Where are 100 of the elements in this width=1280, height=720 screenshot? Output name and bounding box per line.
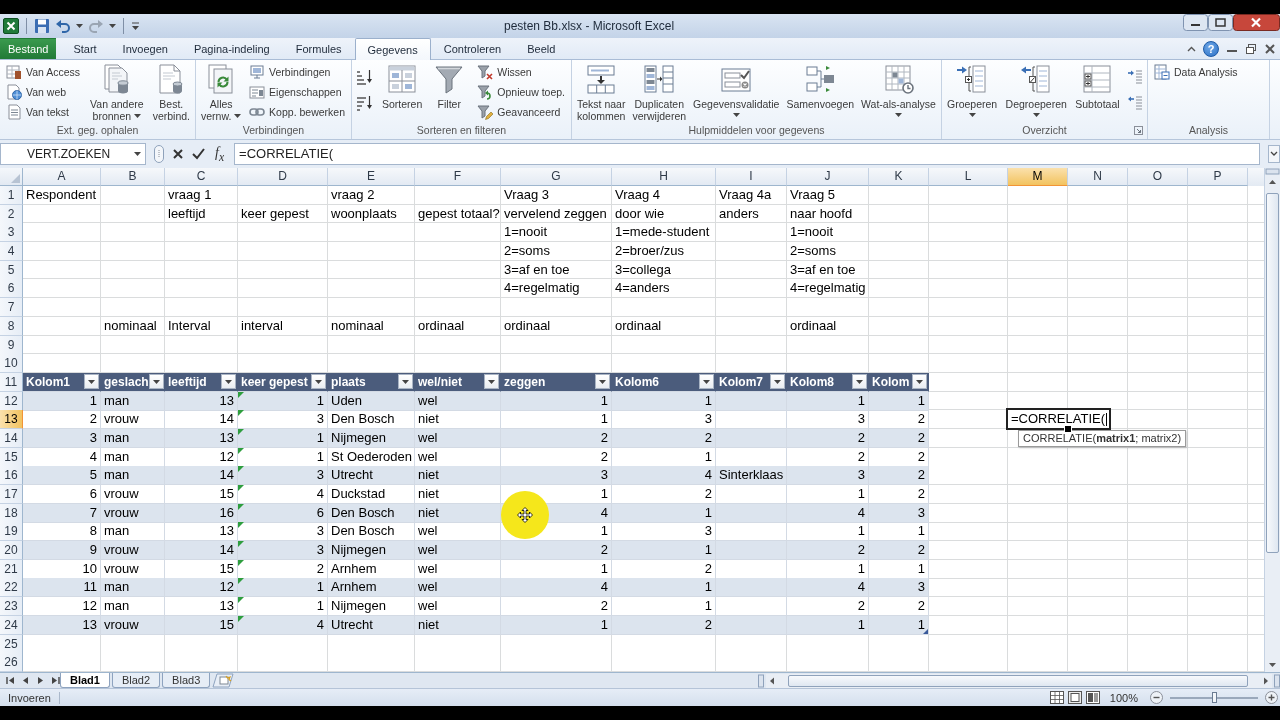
row-header[interactable]: 1 (0, 186, 23, 205)
column-header[interactable]: C (165, 168, 238, 186)
column-header[interactable]: E (328, 168, 415, 186)
scrollbar-thumb[interactable] (788, 674, 1248, 687)
column-header[interactable]: G (501, 168, 612, 186)
filter-dropdown-button[interactable] (699, 374, 714, 390)
collapse-ribbon-icon[interactable] (1187, 45, 1196, 52)
scrollbar-thumb[interactable] (1266, 193, 1279, 553)
page-layout-view-icon[interactable] (1067, 691, 1082, 704)
row-header[interactable]: 13 (0, 410, 23, 430)
column-header[interactable]: D (238, 168, 328, 186)
column-header[interactable]: N (1068, 168, 1128, 186)
row-header[interactable]: 26 (0, 653, 23, 672)
ribbon-button[interactable]: Opnieuw toep. (475, 82, 567, 102)
row-header[interactable]: 6 (0, 279, 23, 299)
last-sheet-icon[interactable] (51, 676, 60, 685)
splitter-handle-icon[interactable] (154, 145, 164, 163)
filter-dropdown-button[interactable] (311, 374, 326, 390)
hide-detail-icon[interactable] (1127, 95, 1143, 111)
resize-handle-icon[interactable] (923, 628, 928, 634)
column-header[interactable]: J (787, 168, 869, 186)
ribbon-button[interactable]: Subtotaal (1074, 60, 1121, 110)
filter-dropdown-button[interactable] (852, 374, 867, 390)
dialog-launcher-icon[interactable] (1134, 126, 1143, 135)
ribbon-button[interactable]: Wat-als-analyse (860, 60, 937, 120)
ribbon-button[interactable]: Degroeperen (1004, 60, 1068, 120)
ribbon-button[interactable]: Data Analysis (1152, 62, 1240, 82)
ribbon-button[interactable]: Verbindingen (247, 62, 347, 82)
next-sheet-icon[interactable] (36, 676, 45, 685)
column-header[interactable]: K (869, 168, 929, 186)
ribbon-button[interactable]: Van andere bronnen (89, 60, 145, 122)
row-header[interactable]: 7 (0, 298, 23, 318)
close-icon[interactable] (1233, 14, 1280, 31)
sort-descending-icon[interactable] (356, 95, 372, 111)
cancel-icon[interactable] (172, 148, 184, 160)
close-icon[interactable] (1264, 42, 1276, 55)
row-header[interactable]: 22 (0, 578, 23, 598)
column-header[interactable]: L (929, 168, 1008, 186)
ribbon-button[interactable]: Kopp. bewerken (247, 102, 347, 122)
column-header[interactable]: O (1128, 168, 1188, 186)
zoom-out-icon[interactable] (1150, 691, 1163, 704)
first-sheet-icon[interactable] (6, 676, 15, 685)
sheet-tab[interactable]: Blad3 (162, 673, 211, 688)
normal-view-icon[interactable] (1049, 691, 1064, 704)
ribbon-tab[interactable]: Bestand (0, 38, 57, 59)
filter-dropdown-button[interactable] (595, 374, 610, 390)
fill-handle[interactable] (1064, 425, 1072, 434)
previous-sheet-icon[interactable] (21, 676, 30, 685)
slider-thumb[interactable] (1212, 691, 1217, 703)
ribbon-button[interactable]: Geavanceerd (475, 102, 567, 122)
row-header[interactable]: 4 (0, 242, 23, 262)
sheet-tab[interactable]: Blad2 (111, 673, 161, 688)
row-header[interactable]: 16 (0, 466, 23, 486)
ribbon-tab[interactable]: Beeld (514, 38, 569, 59)
ribbon-button[interactable]: Samenvoegen (785, 60, 856, 110)
ribbon-button[interactable]: Van web (4, 82, 83, 102)
ribbon-button[interactable]: Tekst naar kolommen (576, 60, 627, 122)
ribbon-tab[interactable]: Controleren (430, 38, 515, 59)
row-header[interactable]: 20 (0, 541, 23, 561)
maximize-icon[interactable] (1208, 14, 1233, 31)
minimize-icon[interactable] (1183, 14, 1208, 31)
split-handle-icon[interactable] (1274, 673, 1280, 688)
ribbon-tab[interactable]: Start (60, 38, 110, 59)
column-header[interactable]: M (1008, 168, 1068, 186)
ribbon-button[interactable]: Groeperen (946, 60, 999, 120)
restore-icon[interactable] (1245, 42, 1257, 55)
show-detail-icon[interactable] (1127, 69, 1143, 85)
filter-dropdown-button[interactable] (484, 374, 499, 390)
save-icon[interactable] (34, 18, 50, 34)
app-logo-icon[interactable] (3, 18, 19, 34)
ribbon-button[interactable]: Eigenschappen (247, 82, 347, 102)
column-header[interactable]: P (1188, 168, 1248, 186)
row-header[interactable]: 10 (0, 354, 23, 374)
undo-icon[interactable] (55, 18, 71, 34)
ribbon-button[interactable]: Van tekst (4, 102, 83, 122)
filter-dropdown-button[interactable] (148, 374, 164, 390)
zoom-percentage[interactable]: 100% (1103, 691, 1146, 704)
filter-dropdown-button[interactable] (912, 374, 927, 390)
split-handle-icon[interactable] (1265, 168, 1280, 175)
ribbon-button[interactable]: Filter (432, 60, 467, 110)
name-box[interactable]: VERT.ZOEKEN (0, 143, 146, 165)
dropdown-icon[interactable] (131, 21, 140, 31)
row-header[interactable]: 23 (0, 597, 23, 617)
zoom-in-icon[interactable] (1265, 691, 1278, 704)
split-handle-icon[interactable] (758, 673, 764, 688)
formula-field[interactable]: =CORRELATIE( (234, 143, 1260, 165)
ribbon-button[interactable]: Gegevensvalidatie (692, 60, 781, 120)
insert-function-button[interactable]: f$_{x}$ (213, 144, 227, 164)
row-header[interactable]: 19 (0, 522, 23, 542)
filter-dropdown-button[interactable] (221, 374, 236, 390)
column-header[interactable]: A (23, 168, 101, 186)
column-header[interactable]: F (415, 168, 501, 186)
filter-dropdown-button[interactable] (770, 374, 785, 390)
ribbon-button[interactable]: Best. verbind. (151, 60, 191, 122)
filter-dropdown-button[interactable] (84, 374, 99, 390)
checkmark-icon[interactable] (192, 148, 205, 160)
cell-editor[interactable]: =CORRELATIE( (1006, 408, 1112, 431)
filter-dropdown-button[interactable] (398, 374, 413, 390)
ribbon-tab[interactable]: Pagina-indeling (180, 38, 283, 59)
row-header[interactable]: 3 (0, 223, 23, 243)
